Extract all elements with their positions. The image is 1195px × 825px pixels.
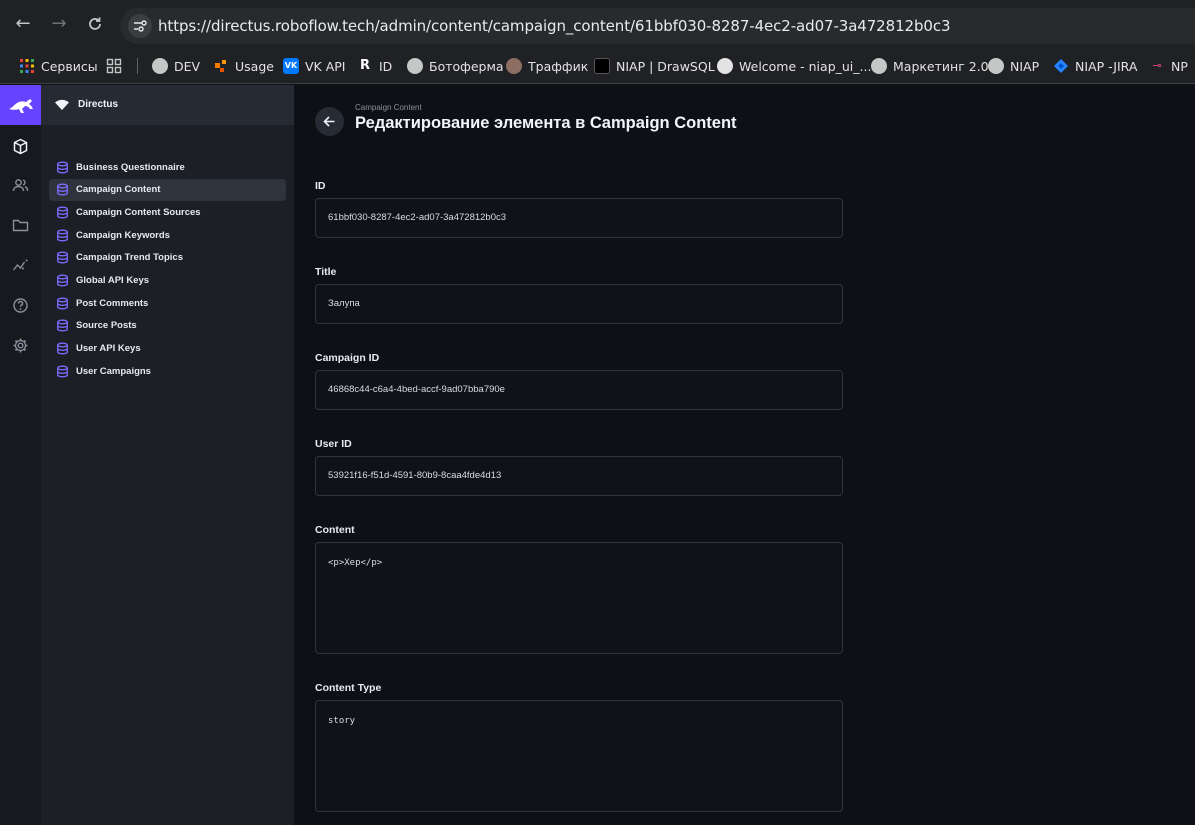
r-icon: R bbox=[359, 58, 370, 73]
sidebar-item-label: Global API Keys bbox=[76, 275, 150, 286]
sidebar-item-campaign-trend-topics[interactable]: Campaign Trend Topics bbox=[49, 247, 286, 269]
field-input-user-id[interactable]: 53921f16-f51d-4591-80b9-8caa4fde4d13 bbox=[315, 456, 843, 496]
globe-icon bbox=[871, 58, 887, 74]
bookmark-grid[interactable] bbox=[106, 56, 128, 76]
sidebar-item-source-posts[interactable]: Source Posts bbox=[49, 315, 286, 337]
help-icon[interactable] bbox=[12, 297, 29, 314]
forward-arrow-icon[interactable]: → bbox=[48, 13, 70, 35]
field-label-content-type: Content Type bbox=[315, 682, 382, 694]
sidebar-item-label: Business Questionnaire bbox=[76, 161, 185, 173]
sidebar-item-business-questionnaire[interactable]: Business Questionnaire bbox=[49, 156, 286, 178]
grid-icon bbox=[106, 58, 122, 74]
page-title: Редактирование элемента в Campaign Conte… bbox=[355, 114, 737, 132]
sidebar-item-label: Post Comments bbox=[76, 297, 149, 309]
globe-icon bbox=[988, 58, 1004, 74]
database-icon bbox=[57, 319, 68, 332]
field-label-content: Content bbox=[315, 524, 355, 536]
settings-gear-icon[interactable] bbox=[12, 337, 29, 354]
traffic-icon bbox=[506, 58, 522, 74]
database-icon bbox=[57, 274, 68, 287]
field-label-campaign-id: Campaign ID bbox=[315, 352, 380, 364]
sidebar-item-label: Campaign Content bbox=[76, 184, 161, 196]
reload-icon[interactable] bbox=[84, 13, 106, 35]
database-icon bbox=[57, 365, 68, 378]
bookmark-usage[interactable]: Usage bbox=[213, 56, 274, 76]
folder-icon[interactable] bbox=[12, 217, 29, 234]
bookmark-niap[interactable]: NIAP bbox=[988, 56, 1039, 76]
back-button[interactable] bbox=[315, 107, 344, 136]
back-arrow-icon[interactable]: ← bbox=[12, 13, 34, 35]
field-input-id[interactable]: 61bbf030-8287-4ec2-ad07-3a472812b0c3 bbox=[315, 198, 843, 238]
bookmark-id[interactable]: R ID bbox=[357, 56, 392, 76]
arrow-left-icon bbox=[323, 116, 335, 127]
sidebar-item-label: Campaign Keywords bbox=[76, 229, 170, 241]
bookmark-marketing[interactable]: Маркетинг 2.0 bbox=[871, 56, 989, 76]
field-label-user-id: User ID bbox=[315, 438, 352, 450]
bookmark-jira[interactable]: NIAP -JIRA bbox=[1053, 56, 1137, 76]
site-info-icon[interactable] bbox=[128, 14, 152, 38]
bookmark-services[interactable]: Сервисы bbox=[19, 56, 98, 76]
users-icon[interactable] bbox=[12, 177, 29, 194]
field-input-content-type[interactable]: story bbox=[315, 700, 843, 812]
database-icon bbox=[57, 342, 68, 355]
bookmark-traffic[interactable]: Траффик bbox=[506, 56, 588, 76]
database-icon bbox=[57, 206, 68, 219]
np-icon: ⊸ bbox=[1152, 59, 1162, 72]
database-icon bbox=[57, 161, 68, 173]
project-header[interactable]: Directus bbox=[41, 85, 294, 125]
drawsql-icon bbox=[594, 58, 610, 74]
usage-icon bbox=[213, 58, 229, 74]
browser-toolbar: ← → https://directus.roboflow.tech/admin… bbox=[0, 0, 1195, 48]
module-rail bbox=[0, 85, 41, 825]
field-input-campaign-id[interactable]: 46868c44-c6a4-4bed-accf-9ad07bba790e bbox=[315, 370, 843, 410]
bookmark-dev[interactable]: DEV bbox=[152, 56, 200, 76]
item-editor: Campaign Content Редактирование элемента… bbox=[294, 85, 1195, 825]
field-label-id: ID bbox=[315, 180, 326, 192]
address-bar[interactable]: https://directus.roboflow.tech/admin/con… bbox=[120, 8, 1195, 44]
project-logo-icon bbox=[55, 99, 69, 110]
jira-icon bbox=[1053, 58, 1069, 74]
database-icon bbox=[57, 251, 68, 264]
sidebar-item-campaign-content-sources[interactable]: Campaign Content Sources bbox=[49, 201, 286, 223]
sidebar-item-label: Campaign Trend Topics bbox=[76, 252, 183, 264]
bookmark-vk-api[interactable]: VK VK API bbox=[283, 56, 346, 76]
collections-sidebar: Directus Business Questionnaire Campaign … bbox=[41, 85, 294, 825]
database-icon bbox=[57, 297, 68, 310]
url-text: https://directus.roboflow.tech/admin/con… bbox=[158, 17, 951, 35]
sidebar-item-label: Source Posts bbox=[76, 320, 137, 332]
content-cube-icon[interactable] bbox=[12, 138, 29, 155]
bookmarks-bar: Сервисы DEV Usage VK VK API R ID Ботофер… bbox=[0, 48, 1195, 84]
sidebar-item-global-api-keys[interactable]: Global API Keys bbox=[49, 270, 286, 292]
database-icon bbox=[57, 229, 68, 242]
project-title: Directus bbox=[78, 99, 119, 110]
globe-icon bbox=[152, 58, 168, 74]
bookmark-github[interactable]: Welcome - niap_ui_... bbox=[717, 56, 871, 76]
globe-icon bbox=[407, 58, 423, 74]
sidebar-item-label: User Campaigns bbox=[76, 365, 151, 377]
vk-icon: VK bbox=[283, 58, 299, 74]
field-input-title[interactable]: Залупа bbox=[315, 284, 843, 324]
sidebar-item-campaign-keywords[interactable]: Campaign Keywords bbox=[49, 224, 286, 246]
sidebar-item-label: Campaign Content Sources bbox=[76, 206, 201, 218]
breadcrumb[interactable]: Campaign Content bbox=[355, 103, 422, 112]
insights-icon[interactable] bbox=[12, 257, 29, 274]
bookmark-drawsql[interactable]: NIAP | DrawSQL bbox=[594, 56, 715, 76]
field-input-content[interactable]: <p>Хер</p> bbox=[315, 542, 843, 654]
github-icon bbox=[717, 58, 733, 74]
bookmark-botoferma[interactable]: Ботоферма bbox=[407, 56, 504, 76]
sidebar-item-label: User API Keys bbox=[76, 343, 141, 355]
bookmark-separator bbox=[137, 58, 138, 74]
sidebar-item-user-campaigns[interactable]: User Campaigns bbox=[49, 360, 286, 382]
sidebar-item-campaign-content[interactable]: Campaign Content bbox=[49, 178, 286, 201]
sidebar-item-post-comments[interactable]: Post Comments bbox=[49, 292, 286, 314]
sidebar-item-user-api-keys[interactable]: User API Keys bbox=[49, 338, 286, 360]
directus-logo[interactable] bbox=[0, 85, 41, 125]
bookmark-np[interactable]: ⊸ NP bbox=[1149, 56, 1188, 76]
database-icon bbox=[57, 183, 68, 196]
apps-grid-icon bbox=[19, 58, 35, 74]
field-label-title: Title bbox=[315, 266, 337, 278]
